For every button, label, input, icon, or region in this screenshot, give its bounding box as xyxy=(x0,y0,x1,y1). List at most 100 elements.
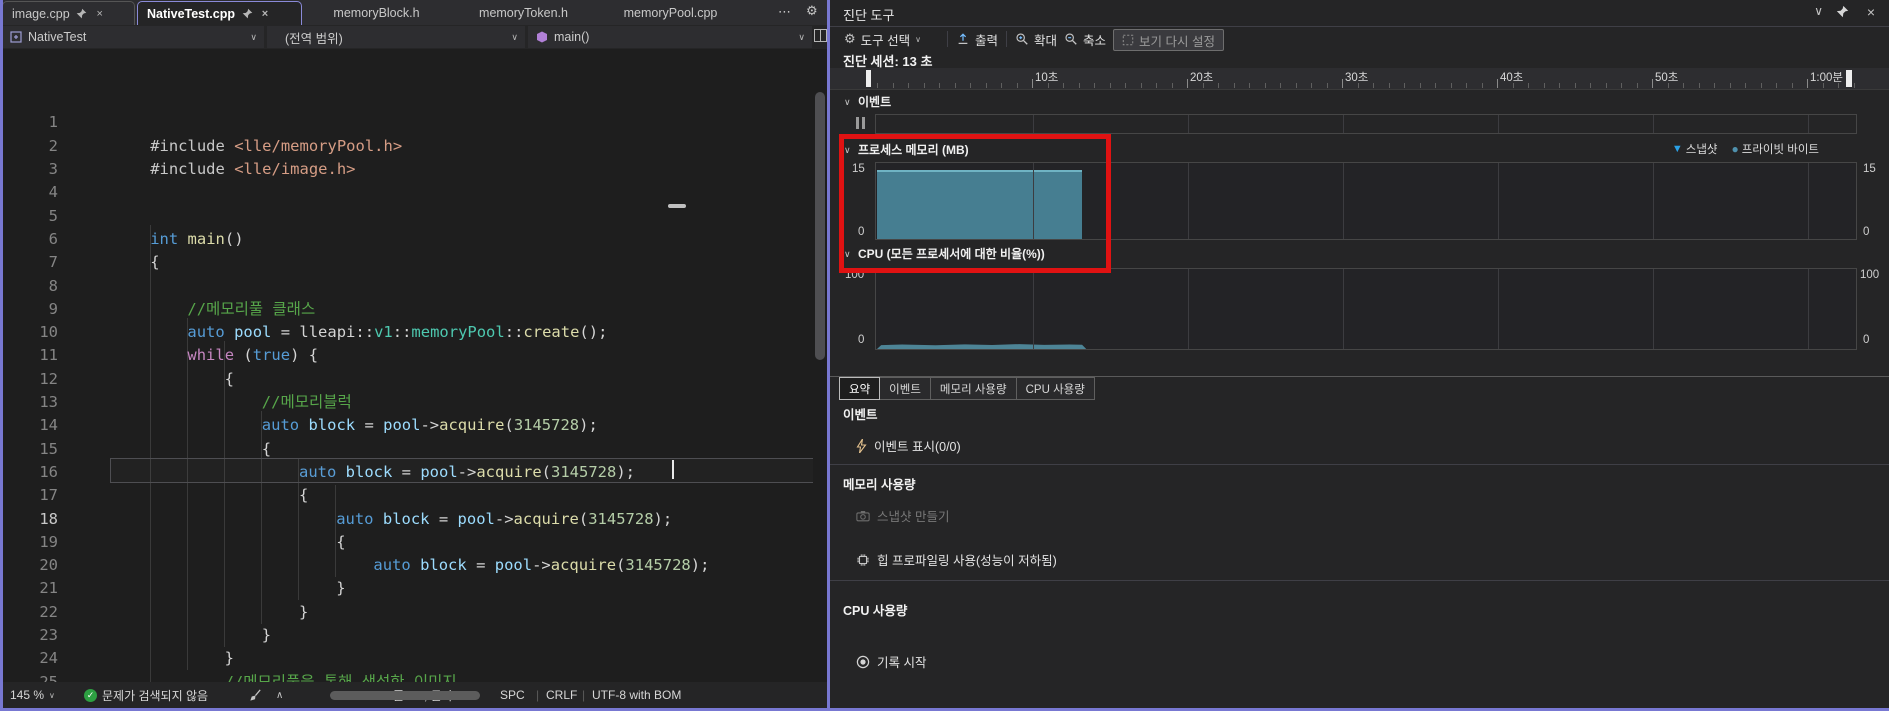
code-line-20: auto block = pool->acquire(3145728); xyxy=(373,556,710,575)
editor-tab-NativeTest.cpp[interactable]: NativeTest.cpp × xyxy=(137,1,302,25)
cpu-usage-chart xyxy=(875,268,1857,350)
events-swimlane xyxy=(875,114,1857,134)
memory-axis-max-right: 15 xyxy=(1863,163,1876,175)
code-cleanup-broom-icon[interactable] xyxy=(248,682,263,708)
line-number: 1 xyxy=(48,113,58,132)
line-number: 9 xyxy=(48,299,58,318)
chevron-down-icon[interactable]: ∨ xyxy=(1814,4,1823,18)
code-editor[interactable]: 1 2 #include <lle/memoryPool.h> 3 #include <… xyxy=(0,49,813,682)
output-button[interactable]: 출력 xyxy=(956,26,998,52)
line-number: 21 xyxy=(39,579,58,598)
navbar-member-dropdown[interactable]: main() ∨ xyxy=(528,26,812,48)
line-number: 10 xyxy=(39,323,58,342)
ruler-minor-tick xyxy=(1094,83,1095,88)
line-number: 11 xyxy=(39,346,58,365)
line-number: 20 xyxy=(39,556,58,575)
pane-divider[interactable] xyxy=(827,0,830,711)
timeline-ruler[interactable]: 10초 20초 30초 40초 50초 1:00분 xyxy=(830,68,1889,90)
code-line-14: auto block = pool->acquire(3145728); xyxy=(261,416,598,435)
chevron-down-icon[interactable]: ∨ xyxy=(844,97,851,108)
editor-horizontal-scrollbar-thumb[interactable] xyxy=(330,691,480,700)
pin-icon[interactable] xyxy=(76,8,88,20)
start-recording-button[interactable]: 기록 시작 xyxy=(856,652,926,671)
heap-profiling-link[interactable]: 힙 프로파일링 사용(성능이 저하됨) xyxy=(856,550,1057,569)
zoom-in-button[interactable]: 확대 xyxy=(1015,26,1057,52)
chart-gridline xyxy=(1653,163,1654,239)
ruler-minor-tick xyxy=(1621,83,1622,88)
ruler-minor-tick xyxy=(1326,83,1328,88)
code-line-9: //메모리풀 클래스 xyxy=(187,299,316,318)
tab-label: memoryBlock.h xyxy=(333,6,420,20)
legend-snapshot: ▼ 스냅샷 xyxy=(1671,143,1718,156)
encoding-mode[interactable]: UTF-8 with BOM xyxy=(592,682,681,708)
split-editor-icon[interactable] xyxy=(814,29,827,42)
reset-view-button[interactable]: 보기 다시 설정 xyxy=(1113,29,1224,51)
show-events-link[interactable]: 이벤트 표시(0/0) xyxy=(856,436,961,455)
panel-header: 진단 도구 ∨ × xyxy=(830,0,1889,27)
close-icon[interactable]: × xyxy=(1867,4,1875,20)
chevron-up-icon[interactable]: ∧ xyxy=(276,682,283,708)
ruler-minor-tick xyxy=(1016,83,1018,88)
ruler-minor-tick xyxy=(1249,83,1250,88)
chart-gridline xyxy=(1033,269,1034,349)
tab-overflow-icon[interactable]: ⋯ xyxy=(778,4,791,20)
ruler-minor-tick xyxy=(1714,83,1715,88)
timeline-end-marker xyxy=(1846,70,1852,87)
details-tab-이벤트[interactable]: 이벤트 xyxy=(880,377,931,400)
take-snapshot-button[interactable]: 스냅샷 만들기 xyxy=(856,506,949,525)
chart-gridline xyxy=(1653,269,1654,349)
code-line-11: while (true) { xyxy=(187,346,319,365)
pin-icon[interactable] xyxy=(241,8,253,20)
ruler-minor-tick xyxy=(1838,83,1839,88)
ruler-minor-tick xyxy=(1078,83,1080,88)
ruler-minor-tick xyxy=(1791,83,1793,88)
ruler-minor-tick xyxy=(1156,83,1157,88)
editor-tab-image.cpp[interactable]: image.cpp × xyxy=(2,1,135,25)
editor-tab-memoryToken.h[interactable]: memoryToken.h xyxy=(451,1,596,25)
ruler-minor-tick xyxy=(1698,83,1700,88)
close-icon[interactable]: × xyxy=(94,8,106,20)
line-ending-mode[interactable]: CRLF xyxy=(546,682,577,708)
record-icon xyxy=(856,655,870,669)
problems-indicator[interactable]: ✓ 문제가 검색되지 않음 xyxy=(84,682,208,708)
indentation-mode[interactable]: SPC xyxy=(500,682,525,708)
navbar-project-dropdown[interactable]: NativeTest ∨ xyxy=(2,26,264,48)
code-line-25: //메모리풀을 통해 생성한 이미지 xyxy=(224,672,457,682)
lightning-icon xyxy=(856,438,867,453)
ruler-minor-tick xyxy=(1853,83,1855,88)
editor-tab-memoryBlock.h[interactable]: memoryBlock.h xyxy=(304,1,449,25)
navigation-bar: NativeTest ∨ (전역 범위) ∨ main() ∨ xyxy=(0,25,830,49)
ruler-minor-tick xyxy=(1357,83,1359,88)
divider xyxy=(830,580,1889,581)
editor-settings-gear-icon[interactable]: ⚙ xyxy=(806,3,818,19)
details-tab-요약[interactable]: 요약 xyxy=(839,377,881,400)
navbar-scope-dropdown[interactable]: (전역 범위) ∨ xyxy=(267,26,525,48)
ruler-minor-tick xyxy=(1404,83,1405,88)
ruler-minor-tick xyxy=(1419,83,1421,88)
details-tab-CPU 사용량[interactable]: CPU 사용량 xyxy=(1016,377,1095,400)
ruler-minor-tick xyxy=(1745,83,1746,88)
chart-gridline xyxy=(1343,115,1344,133)
select-tool-button[interactable]: ⚙ 도구 선택 ∨ xyxy=(844,26,921,52)
zoom-select[interactable]: 145 % ∨ xyxy=(10,682,55,708)
export-icon xyxy=(956,32,970,46)
pin-icon[interactable] xyxy=(1836,5,1849,18)
ruler-major-tick xyxy=(1807,79,1808,88)
ruler-minor-tick xyxy=(1233,83,1235,88)
editor-vertical-scrollbar-thumb[interactable] xyxy=(815,92,825,360)
ruler-minor-tick xyxy=(1466,83,1467,88)
close-icon[interactable]: × xyxy=(259,8,271,20)
editor-tab-memoryPool.cpp[interactable]: memoryPool.cpp xyxy=(598,1,743,25)
ruler-minor-tick xyxy=(1218,83,1219,88)
line-number: 4 xyxy=(48,183,58,202)
zoom-out-icon xyxy=(1064,32,1078,46)
snapshot-triangle-icon: ▼ xyxy=(1671,143,1683,155)
code-line-23: } xyxy=(261,626,272,644)
legend-private-bytes: ● 프라이빗 바이트 xyxy=(1731,142,1819,156)
zoom-out-button[interactable]: 축소 xyxy=(1064,26,1106,52)
ruler-minor-tick xyxy=(1559,83,1560,88)
ruler-minor-tick xyxy=(1636,83,1638,88)
tab-label: image.cpp xyxy=(12,6,70,21)
details-tab-메모리 사용량[interactable]: 메모리 사용량 xyxy=(930,377,1017,400)
ruler-major-tick xyxy=(1187,79,1188,88)
